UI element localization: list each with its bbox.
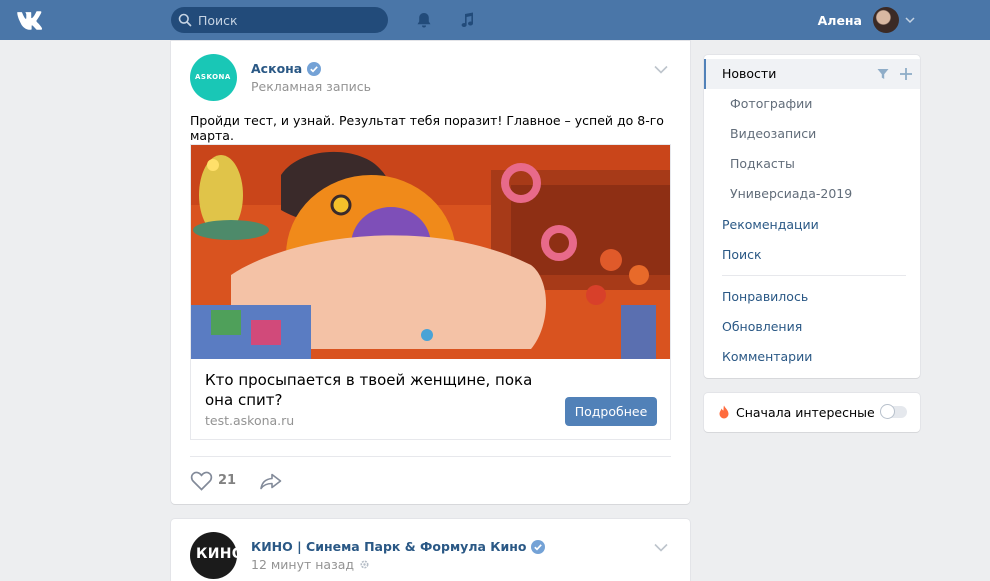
menu-item-podcasts[interactable]: Подкасты	[704, 149, 920, 179]
post-author-name[interactable]: Аскона	[251, 61, 302, 76]
search-placeholder: Поиск	[198, 13, 238, 28]
like-count[interactable]: 21	[218, 473, 236, 488]
switch-knob	[880, 404, 895, 419]
post-author-avatar[interactable]: КИНӦ	[190, 532, 244, 579]
share-icon[interactable]	[259, 471, 283, 491]
feed-post: ASKONA Аскона Рекламная запись Пройди те…	[171, 41, 690, 504]
menu-item-updates[interactable]: Обновления	[704, 312, 920, 342]
news-menu: Новости Фотографии Видеозаписи Подкасты …	[704, 55, 920, 378]
menu-item-recommendations[interactable]: Рекомендации	[704, 210, 920, 240]
bell-icon[interactable]	[415, 11, 433, 29]
gear-icon[interactable]	[359, 559, 370, 570]
post-author[interactable]: КИНО | Синема Парк & Формула Кино	[251, 539, 546, 554]
post-menu-chevron-icon[interactable]	[654, 543, 668, 552]
filter-icon[interactable]	[877, 68, 889, 80]
chevron-down-icon[interactable]	[905, 16, 915, 24]
post-divider	[190, 456, 671, 457]
menu-item-photos[interactable]: Фотографии	[704, 89, 920, 119]
ad-snippet-title[interactable]: Кто просыпается в твоей женщине, пока он…	[205, 370, 545, 410]
post-author-avatar[interactable]: ASKONA	[190, 54, 237, 101]
search-icon	[178, 13, 192, 27]
verified-icon	[531, 539, 546, 554]
verified-icon	[307, 61, 322, 76]
menu-divider	[722, 275, 906, 276]
toggle-label: Сначала интересные	[736, 405, 875, 420]
vk-logo-icon[interactable]	[14, 8, 48, 32]
menu-item-videos[interactable]: Видеозаписи	[704, 119, 920, 149]
post-time[interactable]: 12 минут назад	[251, 557, 354, 572]
feed-post: КИНӦ КИНО | Синема Парк & Формула Кино 1…	[171, 519, 690, 581]
menu-item-news[interactable]: Новости	[704, 59, 920, 89]
menu-item-search[interactable]: Поиск	[704, 240, 920, 270]
interesting-first-switch[interactable]	[880, 404, 907, 419]
more-button[interactable]: Подробнее	[565, 397, 657, 426]
plus-icon[interactable]	[899, 67, 913, 81]
post-subline: 12 минут назад	[251, 557, 370, 572]
fire-icon	[719, 405, 729, 419]
post-menu-chevron-icon[interactable]	[654, 65, 668, 74]
menu-item-comments[interactable]: Комментарии	[704, 342, 920, 372]
search-input[interactable]: Поиск	[171, 7, 388, 33]
top-header: Поиск Алена	[0, 0, 990, 40]
post-subline: Рекламная запись	[251, 79, 372, 94]
ad-snippet[interactable]: Кто просыпается в твоей женщине, пока он…	[190, 144, 671, 440]
ad-illustration-image	[191, 145, 670, 359]
post-author-name[interactable]: КИНО | Синема Парк & Формула Кино	[251, 539, 526, 554]
user-name[interactable]: Алена	[818, 13, 862, 28]
ad-snippet-domain[interactable]: test.askona.ru	[205, 413, 294, 428]
post-author[interactable]: Аскона	[251, 61, 322, 76]
menu-item-liked[interactable]: Понравилось	[704, 282, 920, 312]
avatar[interactable]	[873, 7, 899, 33]
post-text: Пройди тест, и узнай. Результат тебя пор…	[190, 113, 664, 143]
menu-item-universiade[interactable]: Универсиада-2019	[704, 179, 920, 209]
music-icon[interactable]	[458, 11, 476, 29]
interesting-first-toggle-card: Сначала интересные	[704, 393, 920, 432]
heart-icon[interactable]	[190, 471, 213, 491]
